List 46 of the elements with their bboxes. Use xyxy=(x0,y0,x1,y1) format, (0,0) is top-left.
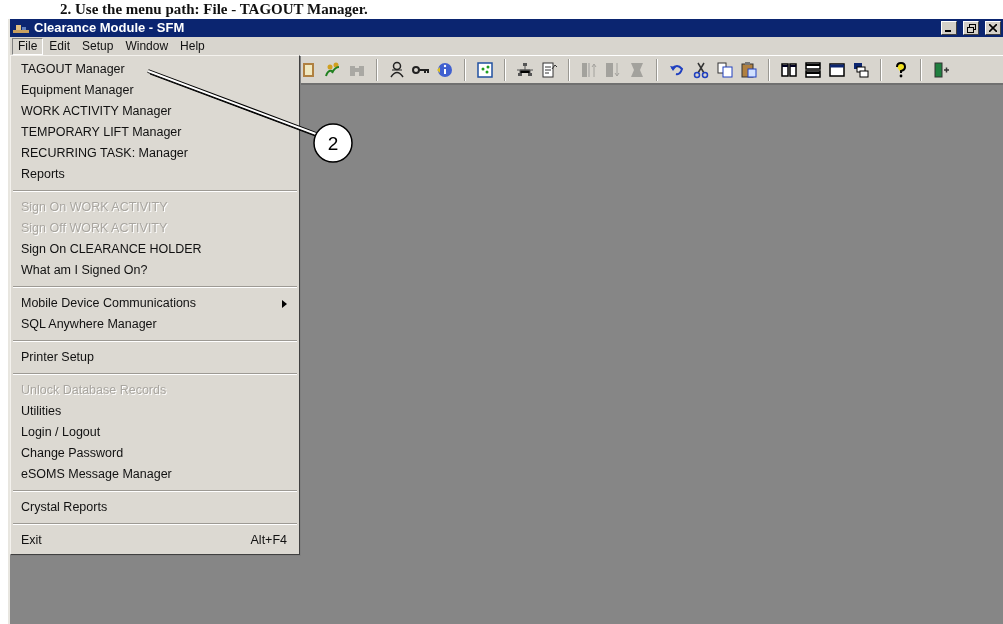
window-icon[interactable] xyxy=(828,60,846,79)
menu-item[interactable]: Edit xyxy=(43,37,77,55)
window-title: Clearance Module - SFM xyxy=(34,19,186,38)
menu-item[interactable]: Window xyxy=(119,37,175,55)
document-icon[interactable] xyxy=(540,60,558,79)
menu-item[interactable]: File xyxy=(12,37,44,55)
menu-item[interactable]: Change Password xyxy=(13,443,297,464)
close-icon xyxy=(989,24,997,32)
restore-button[interactable] xyxy=(963,21,979,35)
paste-icon[interactable] xyxy=(740,60,758,79)
menu-item[interactable]: TEMPORARY LIFT Manager xyxy=(13,122,297,143)
scissors-icon[interactable] xyxy=(692,60,710,79)
grid-icon[interactable] xyxy=(476,60,494,79)
menu-item[interactable]: Setup xyxy=(76,37,120,55)
menu-item[interactable]: Printer Setup xyxy=(13,347,297,368)
menu-item[interactable]: Sign On CLEARANCE HOLDER xyxy=(13,239,297,260)
minimize-button[interactable] xyxy=(941,21,957,35)
exit-icon[interactable] xyxy=(932,60,950,79)
tile-horizontal-icon[interactable] xyxy=(804,60,822,79)
menu-item[interactable]: SQL Anywhere Manager xyxy=(13,314,297,335)
hierarchy-icon[interactable] xyxy=(516,60,534,79)
menu-item[interactable]: Mobile Device Communications xyxy=(13,293,297,314)
people-icon[interactable] xyxy=(324,60,342,79)
menu-item[interactable]: TAGOUT Manager xyxy=(13,59,297,80)
instruction-text: 2. Use the menu path: File - TAGOUT Manager. xyxy=(59,0,369,19)
callout-number: 2 xyxy=(327,133,339,154)
menu-item[interactable]: What am I Signed On? xyxy=(13,260,297,281)
restore-icon xyxy=(966,23,976,33)
tile-vertical-icon[interactable] xyxy=(780,60,798,79)
menu-item[interactable]: Exit Alt+F4 xyxy=(13,530,297,551)
menu-item[interactable]: Reports xyxy=(13,164,297,185)
menu-item[interactable]: RECURRING TASK: Manager xyxy=(13,143,297,164)
shortcut-text: Alt+F4 xyxy=(250,532,287,549)
menu-item[interactable]: eSOMS Message Manager xyxy=(13,464,297,485)
callout-circle xyxy=(313,123,353,163)
menu-item[interactable]: Utilities xyxy=(13,401,297,422)
menu-item[interactable]: Crystal Reports xyxy=(13,497,297,518)
close-button[interactable] xyxy=(985,21,1001,35)
menu-item[interactable]: Equipment Manager xyxy=(13,80,297,101)
copy-icon[interactable] xyxy=(716,60,734,79)
menu-item[interactable]: Help xyxy=(174,37,211,55)
person-icon[interactable] xyxy=(388,60,406,79)
menu-item[interactable]: Login / Logout xyxy=(13,422,297,443)
info-icon[interactable] xyxy=(436,60,454,79)
menu-item[interactable]: WORK ACTIVITY Manager xyxy=(13,101,297,122)
cascade-icon[interactable] xyxy=(852,60,870,79)
